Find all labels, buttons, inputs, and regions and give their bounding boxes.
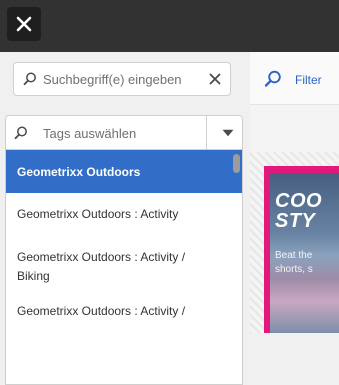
chevron-down-icon: [222, 129, 234, 136]
scrollbar-thumb[interactable]: [233, 154, 240, 173]
option-label: Geometrixx Outdoors: [17, 164, 141, 179]
tag-option-activity-partial[interactable]: Geometrixx Outdoors : Activity /: [6, 292, 242, 352]
option-label: Geometrixx Outdoors : Activity /: [17, 304, 186, 318]
tags-autocomplete[interactable]: Tags auswählen: [5, 115, 243, 150]
content-area: Filter COO STY Beat the shorts, s: [250, 52, 339, 333]
option-label: Geometrixx Outdoors : Activity: [17, 207, 179, 221]
close-button[interactable]: [7, 7, 41, 41]
filter-label[interactable]: Filter: [295, 73, 322, 87]
divider: [206, 116, 207, 149]
search-icon: [14, 126, 27, 140]
card-image: COO STY Beat the shorts, s: [270, 173, 339, 333]
option-label: Geometrixx Outdoors : Activity / Biking: [17, 249, 186, 283]
card-subtitle: Beat the shorts, s: [275, 250, 313, 275]
search-input[interactable]: Suchbegriff(e) eingeben: [13, 62, 231, 96]
tags-placeholder: Tags auswählen: [43, 126, 137, 141]
close-icon: [16, 16, 32, 32]
search-panel: Suchbegriff(e) eingeben Tags auswählen G…: [0, 52, 250, 385]
tag-option-geometrixx-outdoors[interactable]: Geometrixx Outdoors: [6, 150, 242, 193]
tags-option-list[interactable]: Geometrixx Outdoors Geometrixx Outdoors …: [5, 150, 243, 385]
filter-bar: Filter: [250, 52, 339, 105]
search-icon: [23, 72, 36, 86]
tags-dropdown-button[interactable]: [214, 116, 242, 149]
top-bar: [0, 0, 339, 52]
tag-option-biking[interactable]: Geometrixx Outdoors : Activity / Biking: [6, 235, 242, 292]
search-placeholder: Suchbegriff(e) eingeben: [43, 72, 182, 87]
asset-card[interactable]: COO STY Beat the shorts, s: [264, 166, 339, 333]
filter-search-icon[interactable]: [264, 70, 282, 88]
tag-option-activity[interactable]: Geometrixx Outdoors : Activity: [6, 193, 242, 235]
card-title: COO STY: [275, 190, 323, 232]
clear-icon[interactable]: [209, 73, 221, 85]
